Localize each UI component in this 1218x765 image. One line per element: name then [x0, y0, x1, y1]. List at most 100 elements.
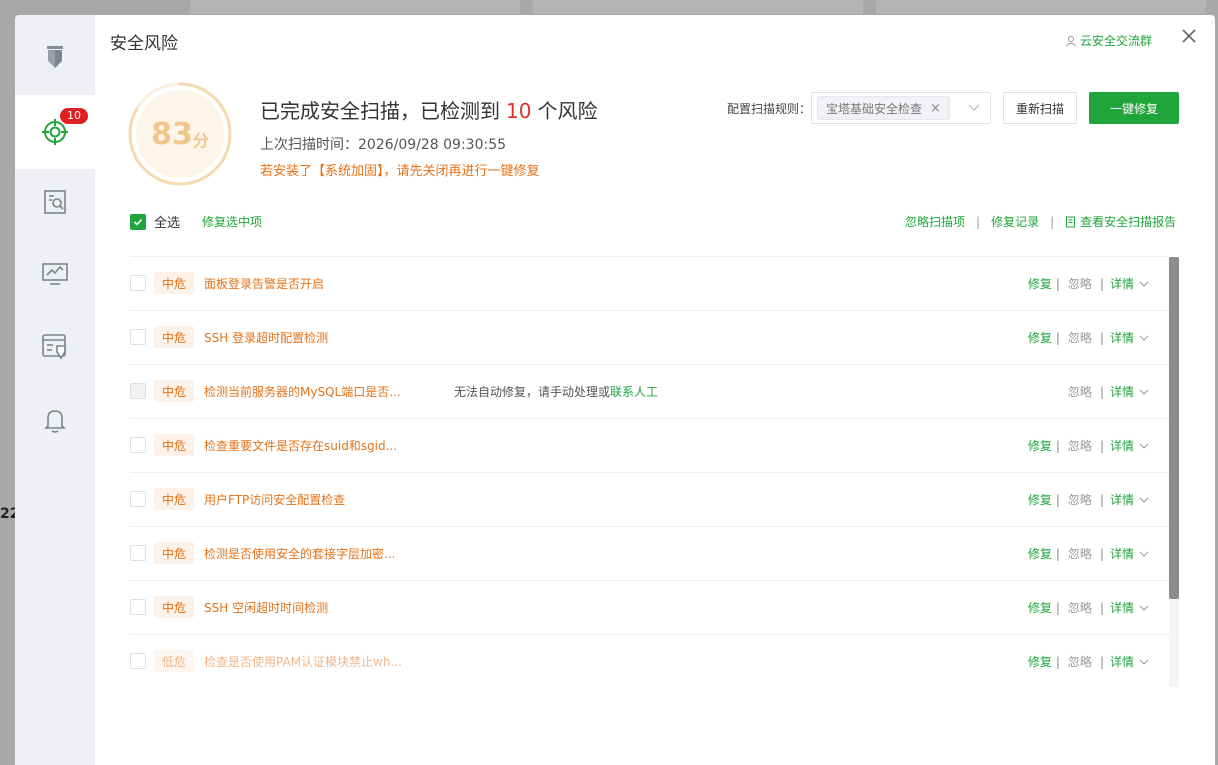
fix-link[interactable]: 修复: [1028, 275, 1052, 292]
row-checkbox[interactable]: [130, 437, 146, 453]
chevron-down-icon[interactable]: [1139, 387, 1149, 397]
fix-link[interactable]: 修复: [1028, 599, 1052, 616]
chevron-down-icon[interactable]: [1139, 441, 1149, 451]
security-score: 83 分: [128, 82, 232, 186]
risk-name[interactable]: 面板登录告警是否开启: [204, 275, 324, 292]
ignore-link[interactable]: 忽略: [1068, 275, 1092, 292]
row-checkbox[interactable]: [130, 653, 146, 669]
sidebar-item-home[interactable]: [15, 19, 95, 93]
row-actions: 修复 | 忽略 | 详情: [1028, 599, 1149, 616]
list-item: 中危 面板登录告警是否开启 修复 | 忽略 | 详情: [130, 256, 1169, 310]
fix-link[interactable]: 修复: [1028, 491, 1052, 508]
manual-fix-note: 无法自动修复，请手动处理或联系人工: [454, 383, 658, 400]
score-value: 83: [151, 116, 193, 152]
detail-link[interactable]: 详情: [1110, 545, 1134, 562]
view-report-label: 查看安全扫描报告: [1080, 215, 1177, 229]
detail-link[interactable]: 详情: [1110, 275, 1134, 292]
scan-rule-tag: 宝塔基础安全检查 ×: [817, 96, 950, 120]
last-scan-time: 上次扫描时间：2026/09/28 09:30:55: [260, 137, 507, 153]
bell-icon: [44, 410, 66, 433]
list-item: 低危 检查是否使用PAM认证模块禁止wh... 修复 | 忽略 | 详情: [130, 634, 1169, 688]
detail-link[interactable]: 详情: [1110, 491, 1134, 508]
link-separator: |: [976, 214, 981, 229]
sidebar-item-risk-scan[interactable]: 10: [15, 95, 95, 169]
scan-rule-label: 配置扫描规则：: [727, 102, 812, 116]
sidebar-item-file-scan[interactable]: [15, 165, 95, 239]
row-checkbox[interactable]: [130, 599, 146, 615]
risk-level-badge: 中危: [154, 380, 194, 402]
contact-support-link[interactable]: 联系人工: [610, 385, 658, 399]
fix-link[interactable]: 修复: [1028, 437, 1052, 454]
chevron-down-icon[interactable]: [1139, 603, 1149, 613]
risk-name[interactable]: SSH 登录超时配置检测: [204, 329, 328, 346]
op-separator: |: [1099, 276, 1104, 291]
sidebar-item-protection[interactable]: [15, 309, 95, 383]
risk-name[interactable]: 用户FTP访问安全配置检查: [204, 491, 345, 508]
op-separator: |: [1055, 438, 1060, 453]
report-icon: [1066, 216, 1076, 227]
row-checkbox[interactable]: [130, 329, 146, 345]
row-actions: 忽略 | 详情: [1068, 383, 1149, 400]
scrollbar-thumb[interactable]: [1169, 257, 1179, 599]
fix-link[interactable]: 修复: [1028, 329, 1052, 346]
top-links: 忽略扫描项 | 修复记录 | 查看安全扫描报告: [905, 213, 1176, 230]
list-item: 中危 SSH 空闲超时时间检测 修复 | 忽略 | 详情: [130, 580, 1169, 634]
fix-link[interactable]: 修复: [1028, 653, 1052, 670]
fix-history-link[interactable]: 修复记录: [991, 213, 1039, 230]
row-actions: 修复 | 忽略 | 详情: [1028, 491, 1149, 508]
chevron-down-icon[interactable]: [1139, 549, 1149, 559]
community-group-link[interactable]: 云安全交流群: [1065, 32, 1152, 49]
chevron-down-icon[interactable]: [1139, 657, 1149, 667]
close-icon[interactable]: [1180, 27, 1198, 45]
risk-name[interactable]: 检测当前服务器的MySQL端口是否...: [204, 383, 401, 400]
scan-rule-select[interactable]: 宝塔基础安全检查 ×: [811, 92, 991, 124]
chevron-down-icon[interactable]: [1139, 495, 1149, 505]
chevron-down-icon[interactable]: [1139, 333, 1149, 343]
ignore-link[interactable]: 忽略: [1068, 491, 1092, 508]
row-checkbox[interactable]: [130, 275, 146, 291]
list-scrollbar[interactable]: [1169, 257, 1179, 687]
row-checkbox-disabled: [130, 383, 146, 399]
security-risk-dialog: 10 安全风险 云安全交流群 83 分 已完成安全扫描，已检测到 10 个风险 …: [15, 15, 1215, 765]
op-separator: |: [1099, 438, 1104, 453]
sidebar-item-alerts[interactable]: [15, 383, 95, 457]
rescan-button[interactable]: 重新扫描: [1003, 92, 1077, 124]
ignore-link[interactable]: 忽略: [1068, 437, 1092, 454]
row-actions: 修复 | 忽略 | 详情: [1028, 545, 1149, 562]
ignore-link[interactable]: 忽略: [1068, 653, 1092, 670]
detail-link[interactable]: 详情: [1110, 383, 1134, 400]
row-actions: 修复 | 忽略 | 详情: [1028, 437, 1149, 454]
op-separator: |: [1099, 546, 1104, 561]
risk-name[interactable]: 检查是否使用PAM认证模块禁止wh...: [204, 653, 402, 670]
select-all[interactable]: 全选: [130, 212, 180, 231]
detail-link[interactable]: 详情: [1110, 437, 1134, 454]
chevron-down-icon[interactable]: [1139, 279, 1149, 289]
risk-name[interactable]: 检测是否使用安全的套接字层加密...: [204, 545, 395, 562]
remove-tag-icon[interactable]: ×: [930, 101, 941, 116]
view-report-link[interactable]: 查看安全扫描报告: [1065, 213, 1176, 230]
link-separator: |: [1050, 214, 1055, 229]
ignore-link[interactable]: 忽略: [1068, 599, 1092, 616]
op-separator: |: [1055, 654, 1060, 669]
risk-name[interactable]: SSH 空闲超时时间检测: [204, 599, 328, 616]
list-item: 中危 用户FTP访问安全配置检查 修复 | 忽略 | 详情: [130, 472, 1169, 526]
row-checkbox[interactable]: [130, 491, 146, 507]
ignore-link[interactable]: 忽略: [1068, 329, 1092, 346]
manual-fix-text: 无法自动修复，请手动处理或: [454, 385, 611, 399]
detail-link[interactable]: 详情: [1110, 599, 1134, 616]
select-all-checkbox[interactable]: [130, 213, 146, 230]
ignore-link[interactable]: 忽略: [1068, 383, 1092, 400]
ignored-items-link[interactable]: 忽略扫描项: [905, 213, 965, 230]
detail-link[interactable]: 详情: [1110, 653, 1134, 670]
row-checkbox[interactable]: [130, 545, 146, 561]
row-actions: 修复 | 忽略 | 详情: [1028, 329, 1149, 346]
risk-name[interactable]: 检查重要文件是否存在suid和sgid...: [204, 437, 397, 454]
ignore-link[interactable]: 忽略: [1068, 545, 1092, 562]
fix-all-button[interactable]: 一键修复: [1089, 92, 1179, 124]
fix-link[interactable]: 修复: [1028, 545, 1052, 562]
background-bar: [876, 0, 1206, 14]
fix-selected-link[interactable]: 修复选中项: [202, 213, 262, 230]
headline-prefix: 已完成安全扫描，已检测到: [260, 99, 500, 123]
detail-link[interactable]: 详情: [1110, 329, 1134, 346]
sidebar-item-monitor[interactable]: [15, 237, 95, 311]
